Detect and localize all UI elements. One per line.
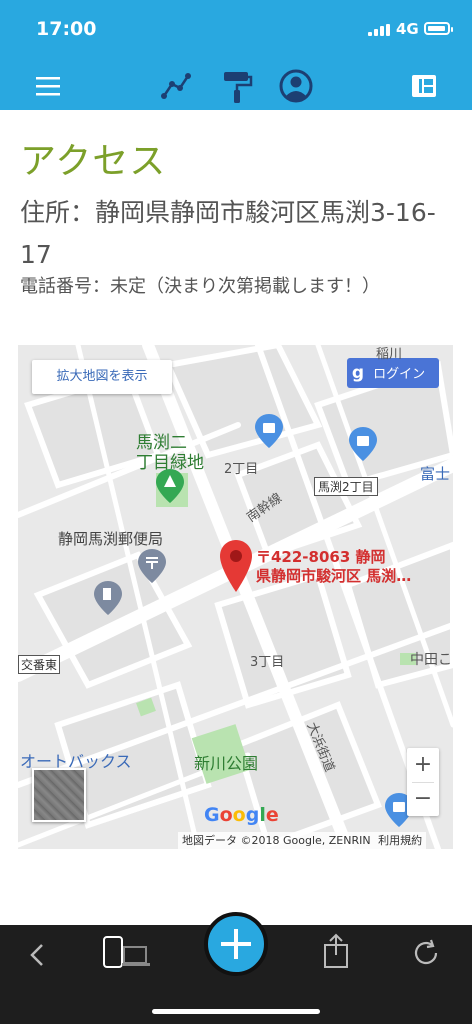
login-label: ログイン xyxy=(373,367,426,382)
enlarge-map-button[interactable]: 拡大地図を表示 xyxy=(32,360,172,394)
shopping-pin-icon[interactable] xyxy=(255,414,283,448)
device-icon[interactable] xyxy=(100,935,156,975)
share-icon[interactable] xyxy=(320,933,352,975)
map-login-button[interactable]: g ログイン xyxy=(347,358,439,388)
back-icon[interactable] xyxy=(24,939,52,975)
attribution-text: 地図データ ©2018 Google, ZENRIN xyxy=(182,834,371,847)
map-attribution: 地図データ ©2018 Google, ZENRIN 利用規約 xyxy=(178,832,427,849)
map-label-inagawa: 稲川 xyxy=(376,347,403,362)
zoom-out-button[interactable]: − xyxy=(407,782,439,816)
add-icon[interactable] xyxy=(204,912,268,976)
reload-icon[interactable] xyxy=(410,937,442,973)
map-label-park-green: 馬渕二 丁目緑地 xyxy=(136,433,204,473)
page-title: アクセス xyxy=(20,141,167,182)
map-label-chome2-sign: 馬渕2丁目 xyxy=(314,477,378,496)
shopping-pin-icon[interactable] xyxy=(349,427,377,461)
zoom-in-button[interactable]: + xyxy=(407,748,439,782)
terms-link[interactable]: 利用規約 xyxy=(378,834,422,847)
map-label-koban: 交番東 xyxy=(18,655,61,674)
layout-icon[interactable] xyxy=(404,66,444,106)
app-header xyxy=(0,58,472,110)
map-label-chome3: 3丁目 xyxy=(250,655,285,670)
zoom-controls: + − xyxy=(407,748,439,816)
status-time: 17:00 xyxy=(36,18,97,40)
signal-icon xyxy=(368,24,390,36)
post-office-pin-icon[interactable] xyxy=(138,549,166,583)
chart-line-icon[interactable] xyxy=(156,66,196,106)
marker-address-line1: 〒422-8063 静岡 xyxy=(256,548,386,566)
embedded-map[interactable]: 拡大地図を表示 g ログイン 馬渕二 丁目緑地 静岡馬渕郵便局 2丁目 馬渕2丁… xyxy=(18,345,453,849)
marker-address-line2: 県静岡市駿河区 馬渕… xyxy=(256,567,412,585)
phone-text: 電話番号：未定（決まり次第掲載します！） xyxy=(20,276,380,297)
status-bar: 17:00 4G xyxy=(0,0,472,58)
map-label-post-office: 静岡馬渕郵便局 xyxy=(58,530,164,548)
home-indicator xyxy=(152,1009,320,1014)
location-marker-icon[interactable] xyxy=(220,540,252,592)
map-label-chome2: 2丁目 xyxy=(224,462,259,477)
battery-icon xyxy=(424,22,453,35)
satellite-view-thumbnail[interactable] xyxy=(32,768,86,822)
gas-station-pin-icon[interactable] xyxy=(94,581,122,615)
google-logo: Google xyxy=(204,804,279,826)
network-type: 4G xyxy=(396,20,419,38)
map-label-fuji: 富士 xyxy=(420,465,451,483)
user-circle-icon[interactable] xyxy=(276,66,316,106)
paint-roller-icon[interactable] xyxy=(216,66,256,106)
google-g-icon: g xyxy=(351,363,365,383)
menu-icon[interactable] xyxy=(28,66,68,106)
map-label-nakata: 中田こ xyxy=(410,652,452,668)
bottom-toolbar xyxy=(0,912,472,1024)
map-label-shinkawa-park: 新川公園 xyxy=(194,754,259,773)
park-pin-icon[interactable] xyxy=(156,469,184,503)
address-text: 住所：静岡県静岡市駿河区馬渕3-16-17 xyxy=(20,198,436,269)
